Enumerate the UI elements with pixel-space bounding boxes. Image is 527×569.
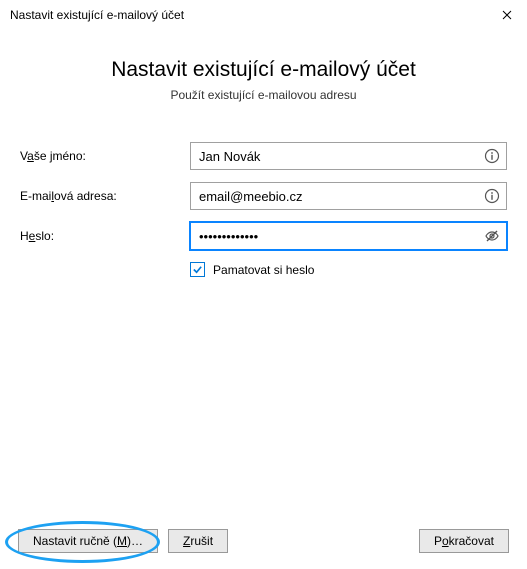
password-row: Heslo: (20, 222, 507, 250)
dialog-title: Nastavit existující e-mailový účet (0, 58, 527, 82)
name-row: Vaše jméno: (20, 142, 507, 170)
remember-row: Pamatovat si heslo (190, 262, 507, 277)
dialog-subtitle: Použít existující e-mailovou adresu (0, 88, 527, 102)
name-input[interactable] (191, 149, 478, 164)
email-input-wrap (190, 182, 507, 210)
window-title: Nastavit existující e-mailový účet (10, 8, 184, 22)
cancel-button[interactable]: Zrušit (168, 529, 228, 553)
password-input[interactable] (191, 229, 478, 244)
email-input[interactable] (191, 189, 478, 204)
password-input-wrap (190, 222, 507, 250)
close-icon (502, 10, 512, 20)
password-label: Heslo: (20, 229, 190, 243)
name-input-wrap (190, 142, 507, 170)
name-label: Vaše jméno: (20, 149, 190, 163)
email-label: E-mailová adresa: (20, 189, 190, 203)
email-row: E-mailová adresa: (20, 182, 507, 210)
info-icon[interactable] (478, 143, 506, 169)
manual-setup-button[interactable]: Nastavit ručně (M)… (18, 529, 158, 553)
eye-off-icon[interactable] (478, 223, 506, 249)
titlebar: Nastavit existující e-mailový účet (0, 0, 527, 30)
continue-button[interactable]: Pokračovat (419, 529, 509, 553)
form: Vaše jméno: E-mailová adresa: Heslo: (20, 142, 507, 277)
remember-label: Pamatovat si heslo (213, 263, 314, 277)
check-icon (192, 264, 203, 275)
close-button[interactable] (495, 3, 519, 27)
info-icon[interactable] (478, 183, 506, 209)
button-bar: Nastavit ručně (M)… Zrušit Pokračovat (0, 529, 527, 553)
remember-checkbox[interactable] (190, 262, 205, 277)
heading-area: Nastavit existující e-mailový účet Použí… (0, 58, 527, 102)
